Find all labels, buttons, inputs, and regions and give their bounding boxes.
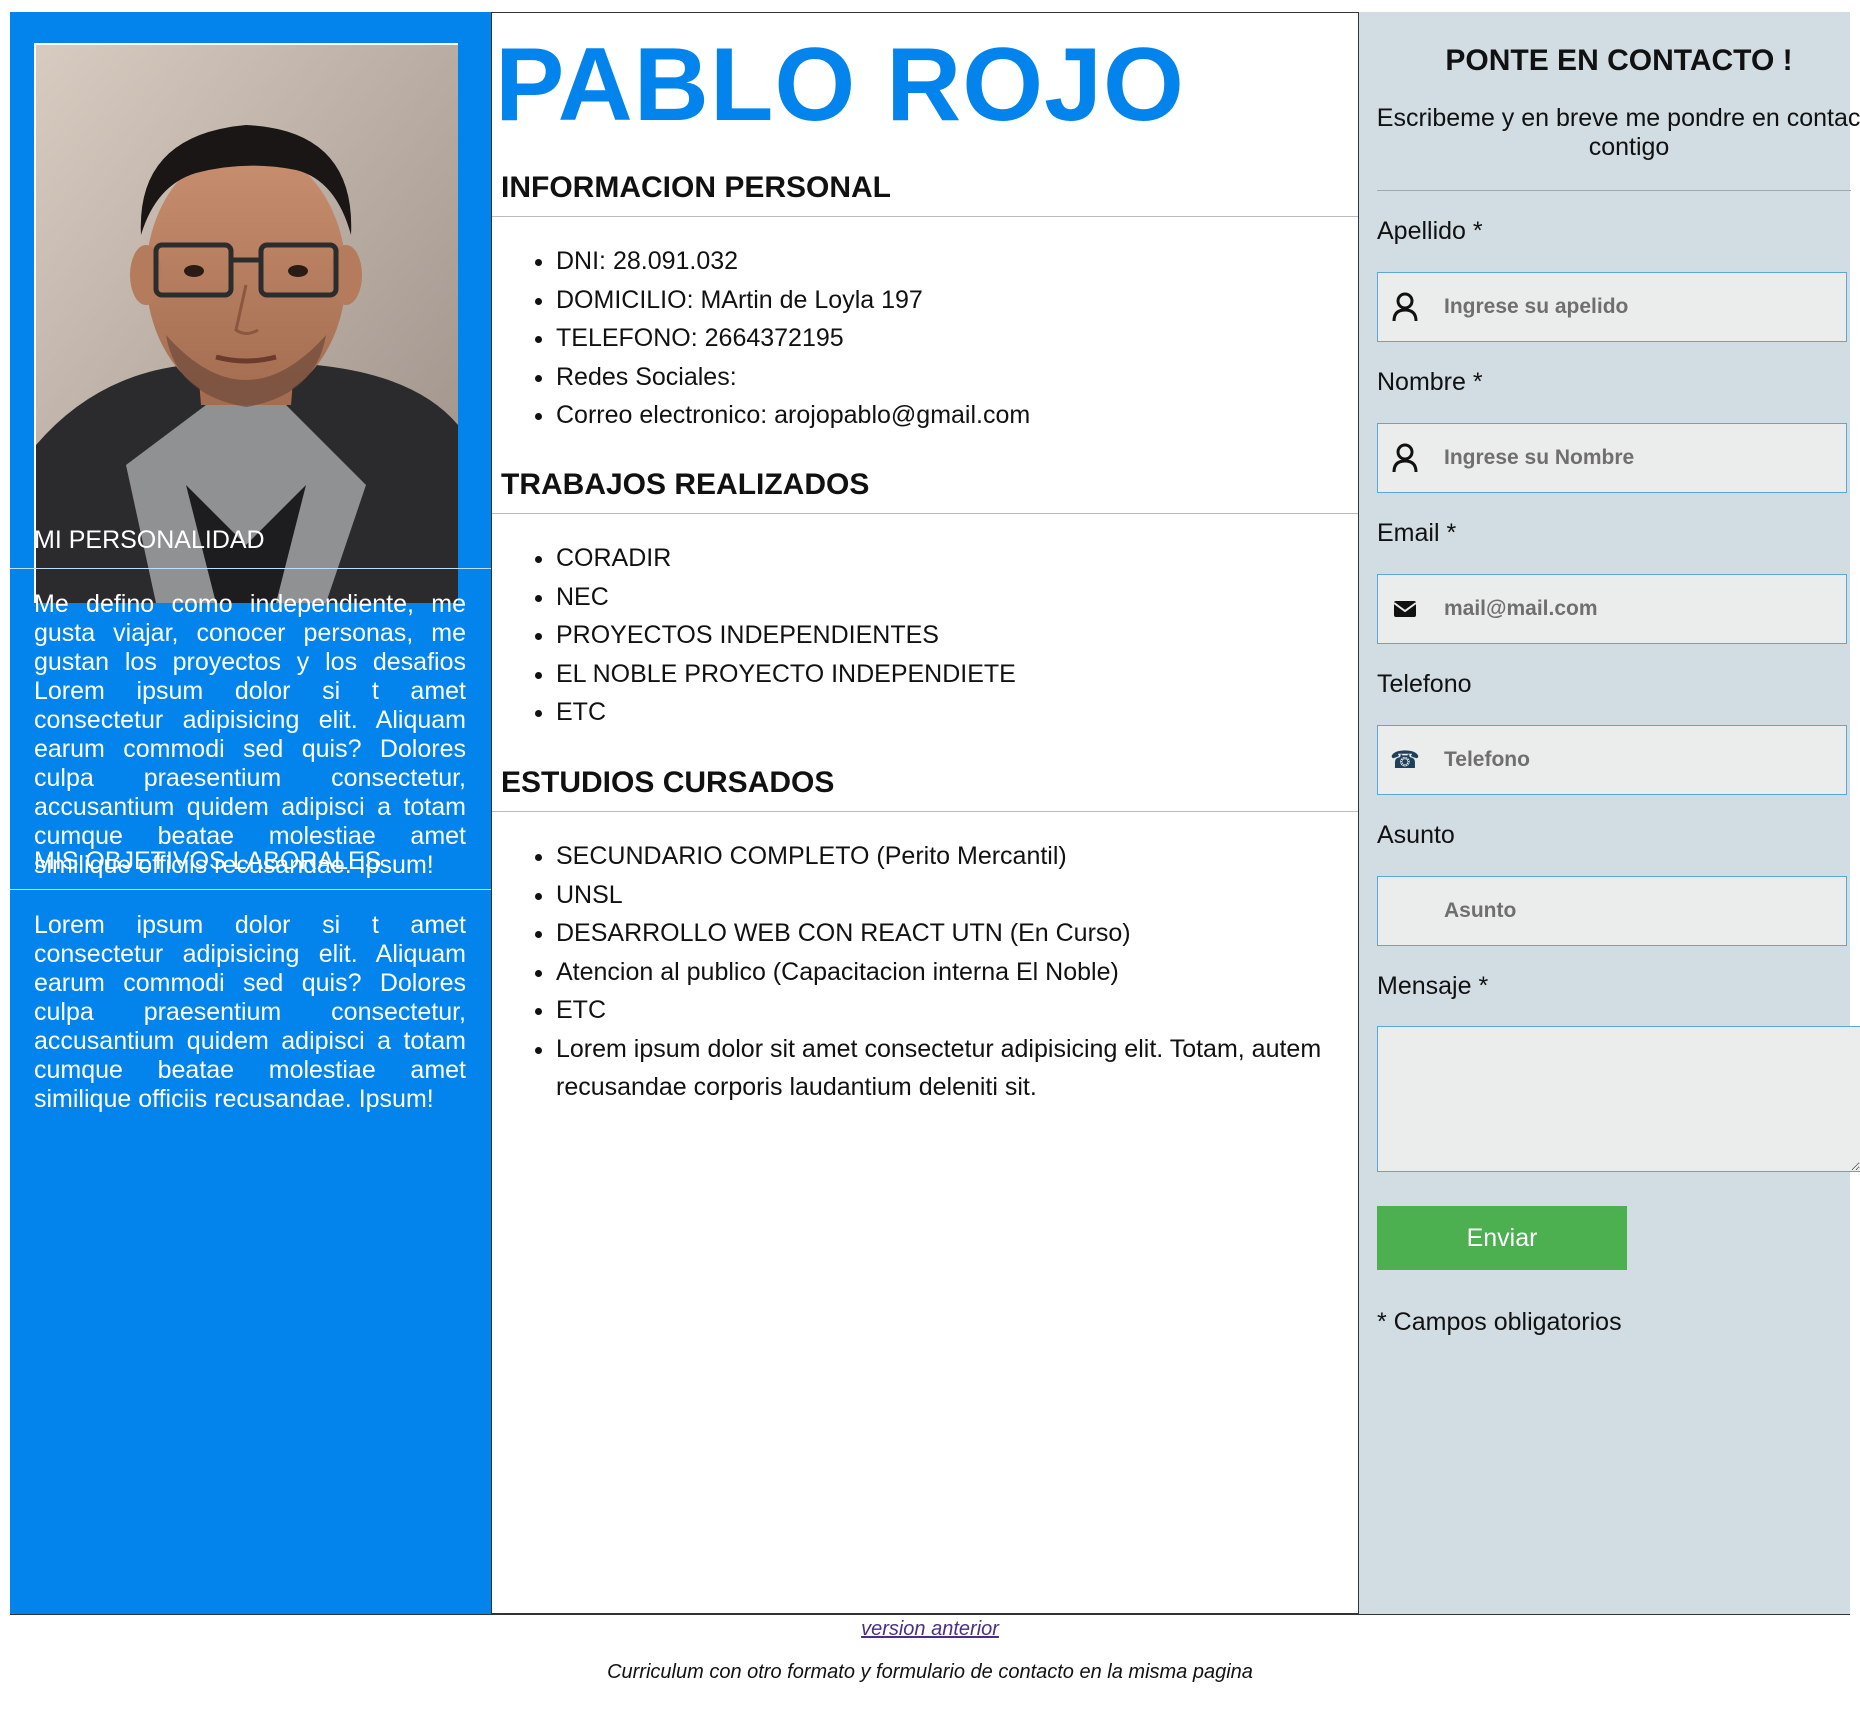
email-field[interactable] [1377, 574, 1847, 644]
mensaje-textarea[interactable] [1377, 1026, 1860, 1172]
asunto-label: Asunto [1377, 821, 1455, 849]
list-item: ETC [556, 991, 1326, 1030]
user-icon [1386, 288, 1424, 326]
mensaje-label: Mensaje * [1377, 972, 1489, 1000]
personal-info-divider [492, 216, 1358, 217]
objectives-heading: MIS OBJETIVOS LABORALES [34, 847, 382, 875]
phone-icon: ☎ [1390, 746, 1420, 774]
resume-page: MI PERSONALIDAD Me defino como independi… [10, 12, 1860, 1614]
list-item: DESARROLLO WEB CON REACT UTN (En Curso) [556, 914, 1326, 953]
contact-panel: PONTE EN CONTACTO ! Escribeme y en breve… [1359, 12, 1860, 1614]
nombre-input[interactable] [1442, 445, 1826, 471]
user-icon [1386, 439, 1424, 477]
profile-photo-frame [34, 43, 458, 603]
nombre-field[interactable] [1377, 423, 1847, 493]
personality-text: Me defino como independiente, me gusta v… [34, 590, 466, 879]
list-item: NEC [556, 578, 1326, 617]
list-item: Atencion al publico (Capacitacion intern… [556, 953, 1326, 992]
required-fields-note: * Campos obligatorios [1377, 1308, 1622, 1336]
list-item: DNI: 28.091.032 [556, 242, 1326, 281]
resume-main: PABLO ROJO INFORMACION PERSONAL DNI: 28.… [491, 12, 1359, 1614]
telefono-field[interactable]: ☎ [1377, 725, 1847, 795]
list-item: CORADIR [556, 539, 1326, 578]
personal-info-list: DNI: 28.091.032 DOMICILIO: MArtin de Loy… [530, 242, 1326, 435]
personal-info-title: INFORMACION PERSONAL [501, 171, 891, 204]
contact-title: PONTE EN CONTACTO ! [1445, 44, 1793, 77]
list-item: UNSL [556, 876, 1326, 915]
apellido-label: Apellido * [1377, 217, 1483, 245]
apellido-input[interactable] [1442, 294, 1826, 320]
person-name: PABLO ROJO [495, 27, 1185, 143]
jobs-divider [492, 513, 1358, 514]
objectives-text: Lorem ipsum dolor si t amet consectetur … [34, 911, 466, 1113]
list-item: Redes Sociales: [556, 358, 1326, 397]
jobs-title: TRABAJOS REALIZADOS [501, 468, 870, 501]
list-item: PROYECTOS INDEPENDIENTES [556, 616, 1326, 655]
list-item: DOMICILIO: MArtin de Loyla 197 [556, 281, 1326, 320]
asunto-input[interactable] [1442, 898, 1826, 924]
studies-list: SECUNDARIO COMPLETO (Perito Mercantil) U… [530, 837, 1326, 1107]
apellido-field[interactable] [1377, 272, 1847, 342]
previous-version-link[interactable]: version anterior [0, 1618, 1860, 1641]
footer-text: Curriculum con otro formato y formulario… [607, 1661, 1253, 1683]
list-item: SECUNDARIO COMPLETO (Perito Mercantil) [556, 837, 1326, 876]
objectives-divider [10, 889, 491, 890]
contact-divider [1377, 190, 1851, 191]
list-item: TELEFONO: 2664372195 [556, 319, 1326, 358]
asunto-icon-slot [1386, 892, 1424, 930]
list-item: ETC [556, 693, 1326, 732]
personality-divider [10, 568, 491, 569]
telefono-label: Telefono [1377, 670, 1472, 698]
submit-button[interactable]: Enviar [1377, 1206, 1627, 1270]
nombre-label: Nombre * [1377, 368, 1483, 396]
personality-heading: MI PERSONALIDAD [34, 526, 265, 554]
list-item: Lorem ipsum dolor sit amet consectetur a… [556, 1030, 1326, 1107]
list-item: Correo electronico: arojopablo@gmail.com [556, 396, 1326, 435]
profile-photo [36, 45, 458, 603]
telefono-input[interactable] [1442, 747, 1826, 773]
footer-divider [10, 1614, 1850, 1615]
asunto-field[interactable] [1377, 876, 1847, 946]
studies-title: ESTUDIOS CURSADOS [501, 766, 835, 799]
list-item: EL NOBLE PROYECTO INDEPENDIETE [556, 655, 1326, 694]
email-label: Email * [1377, 519, 1457, 547]
envelope-icon [1386, 590, 1424, 628]
email-input[interactable] [1442, 596, 1826, 622]
studies-divider [492, 811, 1358, 812]
jobs-list: CORADIR NEC PROYECTOS INDEPENDIENTES EL … [530, 539, 1326, 732]
contact-subtitle: Escribeme y en breve me pondre en contac… [1376, 104, 1860, 161]
profile-sidebar: MI PERSONALIDAD Me defino como independi… [10, 12, 491, 1614]
